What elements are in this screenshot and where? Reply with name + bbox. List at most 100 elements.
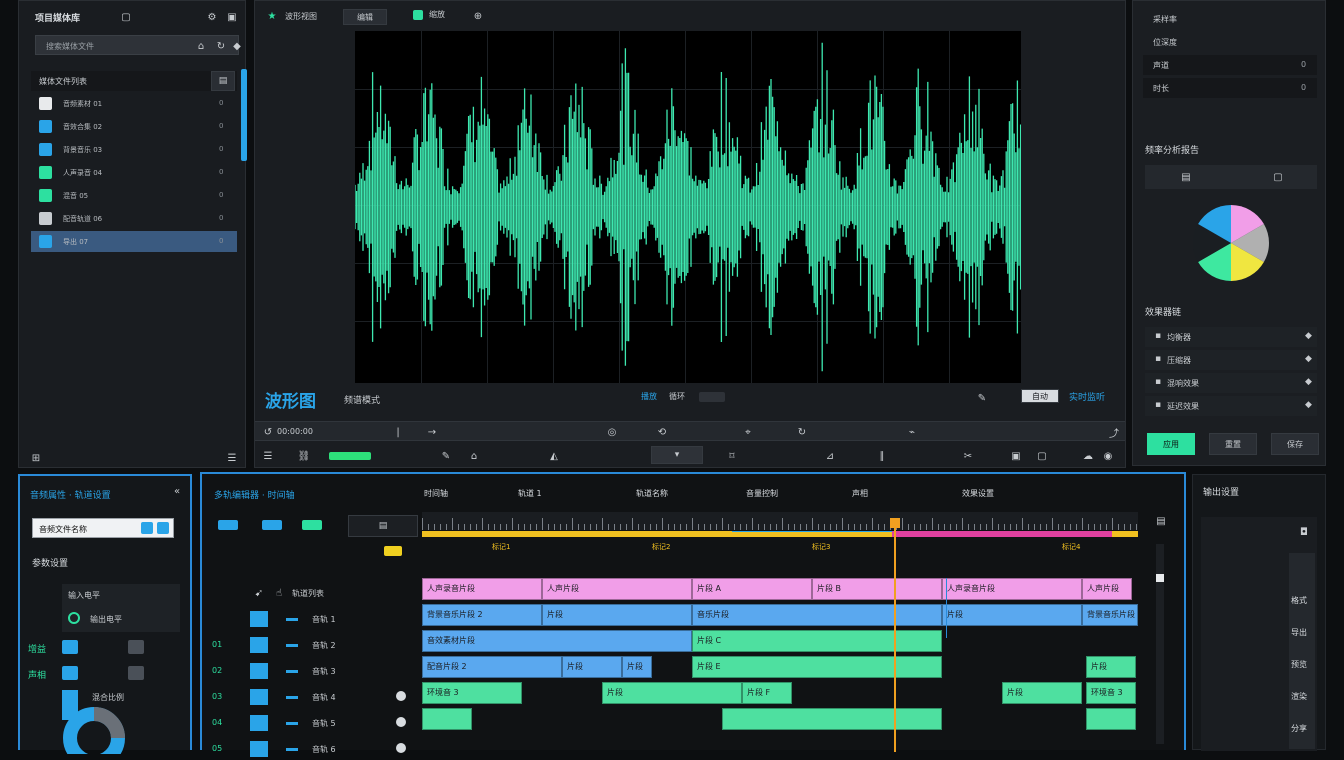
media-list-item[interactable]: 音频素材 01 0 bbox=[31, 93, 237, 114]
globe-icon[interactable]: ◉ bbox=[1101, 449, 1115, 463]
input-action-icon[interactable] bbox=[141, 522, 153, 534]
search-input[interactable]: 搜索媒体文件 bbox=[46, 41, 94, 52]
timeline-clip[interactable]: 片段 bbox=[1086, 656, 1136, 678]
tool-pointer-icon[interactable]: ➹ bbox=[252, 586, 266, 600]
output-option[interactable]: 预览 bbox=[1291, 659, 1307, 670]
play-label[interactable]: 播放 bbox=[641, 391, 657, 402]
timeline-clip[interactable]: 音乐片段 bbox=[692, 604, 942, 626]
transport-bar[interactable]: ↺ 00:00:00 | → ◎ ⟲ ⌖ ↻ ⌁ ⤴ bbox=[255, 421, 1125, 441]
tool-hand-icon[interactable]: ☝ bbox=[272, 586, 286, 600]
media-list-item[interactable]: 背景音乐 03 0 bbox=[31, 139, 237, 160]
skip-forward-icon[interactable]: → bbox=[425, 425, 439, 439]
ruler-settings-icon[interactable]: ▤ bbox=[1154, 514, 1168, 528]
chart-tab-icon[interactable]: ▤ bbox=[1179, 170, 1193, 184]
timeline-clip[interactable]: 片段 bbox=[542, 604, 692, 626]
pin-icon[interactable]: ◆ bbox=[233, 39, 241, 53]
spectrum-mode-label[interactable]: 频谱模式 bbox=[344, 393, 380, 406]
fade-icon[interactable]: ◭ bbox=[547, 449, 561, 463]
menu-icon[interactable]: ☰ bbox=[261, 449, 275, 463]
timeline-clip[interactable]: 人声片段 bbox=[542, 578, 692, 600]
yellow-flag-icon[interactable] bbox=[384, 546, 402, 556]
timeline-clip[interactable]: 人声片段 bbox=[1082, 578, 1132, 600]
input-action2-icon[interactable] bbox=[157, 522, 169, 534]
file-name-input[interactable]: 音频文件名称 bbox=[32, 518, 174, 538]
list-scrollbar[interactable] bbox=[241, 69, 247, 161]
track-tool-3-icon[interactable] bbox=[302, 520, 322, 530]
zoom-label[interactable]: 缩放 bbox=[429, 9, 445, 20]
timeline-column-header[interactable]: 轨道 1 bbox=[518, 488, 542, 499]
effect-toggle-icon[interactable]: ◆ bbox=[1305, 354, 1312, 364]
track-header[interactable]: 03 音轨 4 bbox=[210, 686, 418, 708]
filter-icon[interactable]: ⌂ bbox=[194, 39, 208, 53]
track-header[interactable]: 02 音轨 3 bbox=[210, 660, 418, 682]
property-row[interactable]: 时长 0 bbox=[1143, 78, 1317, 98]
marker-label[interactable]: 标记3 bbox=[812, 542, 830, 552]
timeline-clip[interactable]: 片段 B bbox=[812, 578, 942, 600]
gain-toggle-icon[interactable] bbox=[62, 640, 78, 654]
green-toggle-icon[interactable] bbox=[413, 9, 423, 20]
edit-icon[interactable]: ✎ bbox=[439, 449, 453, 463]
track-header[interactable]: 01 音轨 2 bbox=[210, 634, 418, 656]
speaker-icon[interactable]: ▢ bbox=[1035, 449, 1049, 463]
folder-icon[interactable]: ▢ bbox=[119, 10, 133, 24]
output-option[interactable]: 渲染 bbox=[1291, 691, 1307, 702]
media-list-item[interactable]: 人声录音 04 0 bbox=[31, 162, 237, 183]
output-option[interactable]: 导出 bbox=[1291, 627, 1307, 638]
track-mute-icon[interactable] bbox=[286, 722, 298, 725]
sync-icon[interactable]: ↻ bbox=[795, 425, 809, 439]
cut-icon[interactable]: ✂ bbox=[961, 449, 975, 463]
track-select-icon[interactable] bbox=[250, 715, 268, 731]
timeline-clip[interactable] bbox=[722, 708, 942, 730]
mode-button[interactable]: 编辑 bbox=[343, 9, 387, 25]
track-select-icon[interactable] bbox=[250, 637, 268, 653]
media-list-item[interactable]: 配音轨道 06 0 bbox=[31, 208, 237, 229]
track-header[interactable]: 音轨 1 bbox=[210, 608, 418, 630]
marker-label[interactable]: 标记1 bbox=[492, 542, 510, 552]
media-list-item[interactable]: 导出 07 0 bbox=[31, 231, 237, 252]
secondary-cursor[interactable] bbox=[946, 578, 947, 638]
clip-icon[interactable]: ⊿ bbox=[823, 449, 837, 463]
track-tool-1-icon[interactable] bbox=[218, 520, 238, 530]
property-row[interactable]: 声道 0 bbox=[1143, 55, 1317, 75]
timeline-clip[interactable]: 片段 C bbox=[692, 630, 942, 652]
media-list-item[interactable]: 音效合集 02 0 bbox=[31, 116, 237, 137]
marker-icon[interactable]: ⌑ bbox=[725, 449, 739, 463]
track-mute-icon[interactable] bbox=[286, 696, 298, 699]
waveform-canvas[interactable] bbox=[355, 31, 1021, 383]
track-select-icon[interactable] bbox=[250, 611, 268, 627]
curve-icon[interactable]: ⤴ bbox=[1107, 425, 1121, 440]
effect-item[interactable]: ▪ 混响效果 ◆ bbox=[1145, 373, 1317, 393]
timeline-clip[interactable]: 片段 bbox=[622, 656, 652, 678]
effects-button-3[interactable]: 保存 bbox=[1271, 433, 1319, 455]
settings-icon[interactable]: ⚙ bbox=[205, 10, 219, 24]
camera-icon[interactable]: ◘ bbox=[1297, 525, 1311, 539]
refresh-icon[interactable]: ↻ bbox=[214, 39, 228, 53]
timeline-column-header[interactable]: 轨道名称 bbox=[636, 488, 668, 499]
preset-select[interactable]: ▾ bbox=[651, 446, 703, 464]
effects-button-1[interactable]: 应用 bbox=[1147, 433, 1195, 455]
timeline-scrollbar[interactable] bbox=[1156, 544, 1164, 744]
timeline-ruler[interactable] bbox=[422, 512, 1138, 530]
monitor-label[interactable]: 实时监听 bbox=[1069, 390, 1105, 403]
pan-toggle-icon[interactable] bbox=[62, 666, 78, 680]
trim-icon[interactable]: ⌂ bbox=[467, 449, 481, 463]
timeline-clip[interactable]: 背景音乐片段 2 bbox=[422, 604, 542, 626]
timeline-clip[interactable]: 片段 E bbox=[692, 656, 942, 678]
effect-toggle-icon[interactable]: ◆ bbox=[1305, 331, 1312, 341]
mark-in-icon[interactable]: ⌖ bbox=[741, 425, 755, 439]
loop-label[interactable]: 循环 bbox=[669, 391, 685, 402]
rewind-icon[interactable]: ↺ bbox=[261, 425, 275, 439]
timeline-clip[interactable]: 环境音 3 bbox=[422, 682, 522, 704]
split-icon[interactable]: ⌁ bbox=[905, 425, 919, 439]
output-scroll-icon[interactable] bbox=[1289, 553, 1315, 749]
search-bar[interactable]: 搜索媒体文件 ⌂ ↻ ◆ bbox=[35, 35, 241, 55]
media-list-item[interactable]: 混音 05 0 bbox=[31, 185, 237, 206]
effect-toggle-icon[interactable]: ◆ bbox=[1305, 400, 1312, 410]
timeline-clip[interactable]: 片段 A bbox=[692, 578, 812, 600]
track-record-icon[interactable] bbox=[396, 691, 406, 701]
timeline-clip[interactable]: 片段 bbox=[602, 682, 742, 704]
monitor-icon[interactable]: ▣ bbox=[1009, 449, 1023, 463]
effect-toggle-icon[interactable]: ◆ bbox=[1305, 377, 1312, 387]
stop-toggle-icon[interactable] bbox=[699, 391, 725, 402]
grid-view-icon[interactable]: ⊞ bbox=[29, 451, 43, 465]
